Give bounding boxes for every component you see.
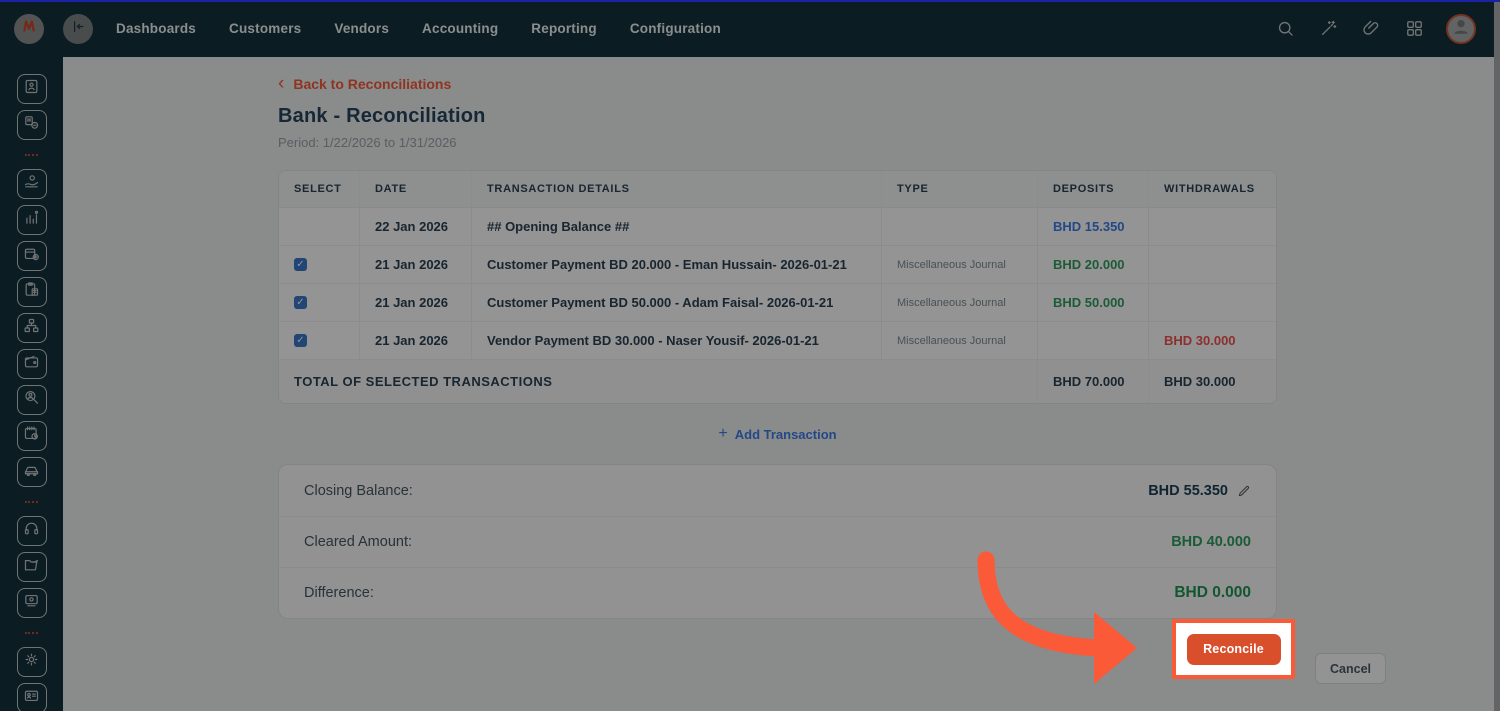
reconcile-button[interactable]: Reconcile: [1187, 634, 1281, 665]
browser-loading-bar: [0, 0, 1500, 2]
tutorial-dim-overlay: [0, 0, 1500, 711]
tutorial-arrow: [928, 544, 1158, 694]
tutorial-highlight-frame: Reconcile: [1172, 619, 1295, 679]
